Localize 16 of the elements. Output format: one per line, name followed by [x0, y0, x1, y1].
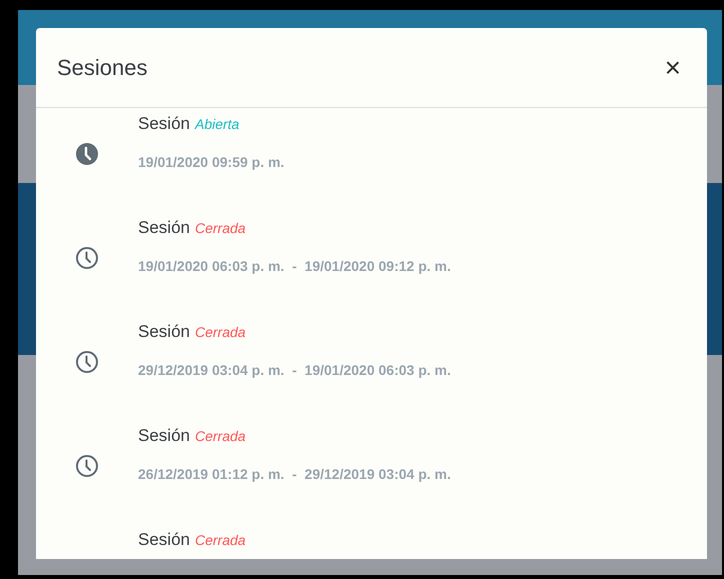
session-status: Cerrada [194, 324, 246, 340]
dialog-title: Sesiones [57, 54, 148, 80]
session-label: Sesión [138, 114, 190, 134]
session-label: Sesión [138, 530, 190, 550]
close-button[interactable]: × [660, 54, 685, 82]
session-label: Sesión [138, 322, 190, 342]
session-label: Sesión [138, 218, 190, 238]
session-status: Abierta [194, 116, 240, 132]
session-dates: 19/01/2020 06:03 p. m. - 19/01/2020 09:12 p. m. [138, 258, 451, 274]
session-label: Sesión [138, 426, 190, 446]
session-dates: 29/12/2019 03:04 p. m. - 19/01/2020 06:03 p. m. [138, 362, 451, 378]
session-dates: 26/12/2019 01:12 p. m. - 29/12/2019 03:04 p. m. [138, 466, 451, 482]
session-status: Cerrada [194, 428, 246, 444]
session-status: Cerrada [194, 220, 246, 236]
session-status: Cerrada [194, 532, 246, 548]
session-dates: 19/01/2020 09:59 p. m. [138, 154, 284, 170]
